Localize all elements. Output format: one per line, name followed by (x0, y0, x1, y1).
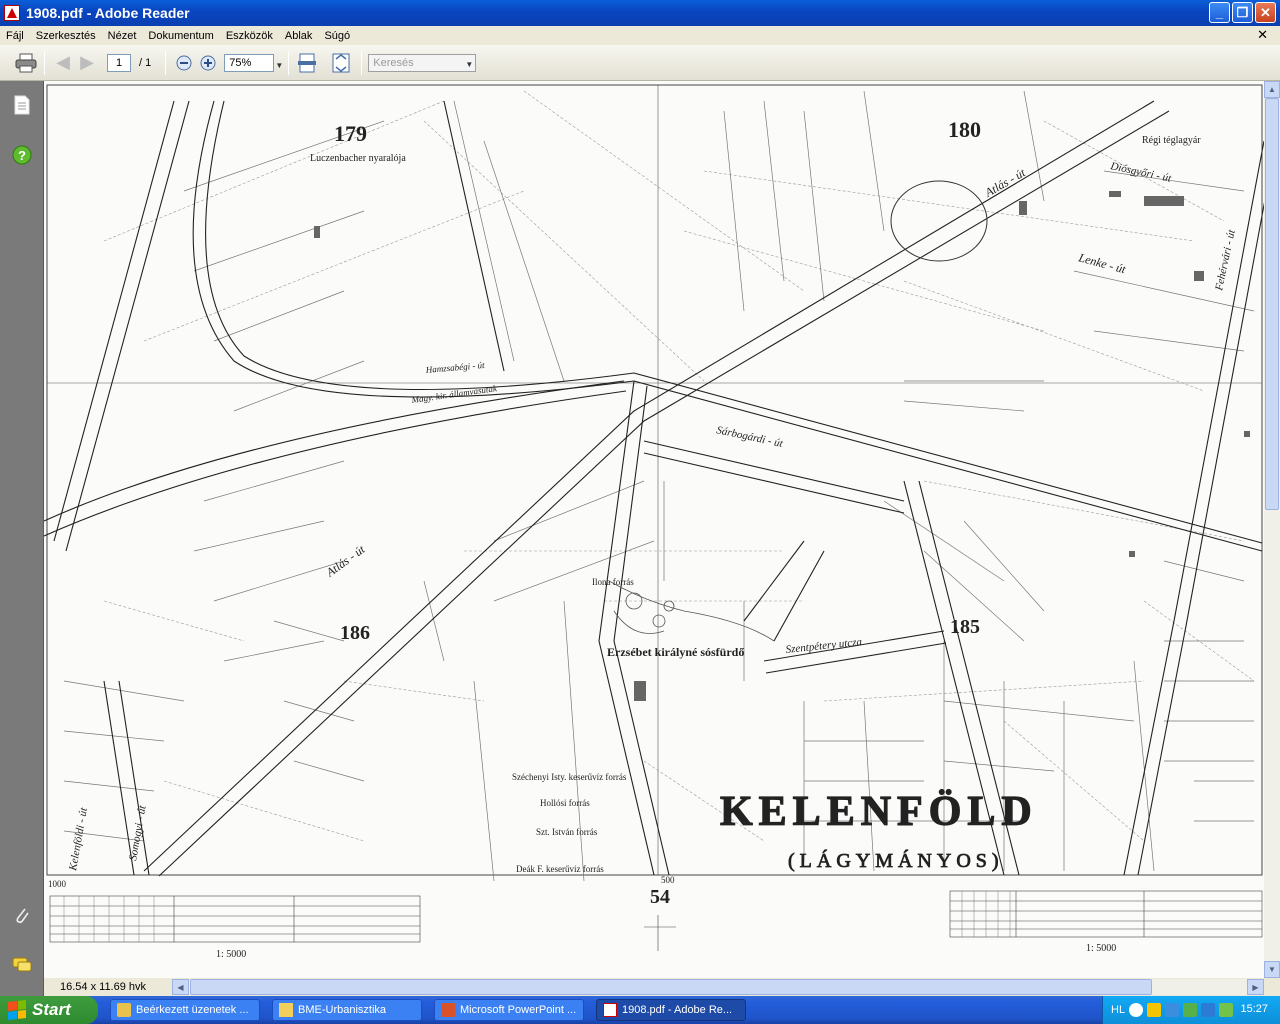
label-regi-teglagyar: Régi téglagyár (1142, 135, 1201, 146)
pdf-app-icon (4, 5, 20, 21)
zoom-out-icon[interactable] (172, 51, 196, 75)
windows-logo-icon (8, 1000, 26, 1020)
label-szechenyi-forras: Széchenyi Isty. keserűvíz forrás (512, 772, 627, 782)
cadastral-map: 179 180 185 186 54 1: 5000 1: 5000 1000 … (44, 81, 1264, 978)
taskbar: Start Beérkezett üzenetek ... BME-Urbani… (0, 996, 1280, 1024)
powerpoint-icon (441, 1003, 455, 1017)
horizontal-scrollbar[interactable]: ◀ ▶ (172, 979, 1264, 995)
menu-window[interactable]: Ablak (279, 30, 319, 42)
horizontal-scroll-thumb[interactable] (190, 979, 1152, 995)
safely-remove-icon[interactable] (1183, 1003, 1198, 1017)
title-bar[interactable]: 1908.pdf - Adobe Reader _ ❐ ✕ (0, 0, 1280, 26)
scroll-down-button[interactable]: ▼ (1264, 961, 1280, 978)
menu-edit[interactable]: Szerkesztés (30, 30, 102, 42)
menu-document[interactable]: Dokumentum (142, 30, 219, 42)
label-block-179: 179 (334, 121, 367, 146)
language-indicator[interactable]: HL (1111, 1004, 1125, 1016)
label-block-186: 186 (340, 622, 370, 644)
task-adobe-reader[interactable]: 1908.pdf - Adobe Re... (596, 999, 746, 1021)
help-icon[interactable]: ? (12, 145, 32, 165)
label-district-sub: (LÁGYMÁNYOS) (788, 849, 1004, 872)
start-button[interactable]: Start (0, 996, 98, 1024)
zoom-value: 75% (229, 56, 252, 69)
label-szt-istvan-forras: Szt. István forrás (536, 827, 598, 837)
label-tick-1000: 1000 (48, 879, 67, 889)
label-block-180: 180 (948, 117, 981, 142)
label-tick-500: 500 (661, 875, 675, 885)
mail-icon (117, 1003, 131, 1017)
label-scale-left: 1: 5000 (216, 949, 246, 960)
full-screen-icon[interactable] (329, 51, 353, 75)
clock[interactable]: 15:27 (1240, 1003, 1268, 1015)
display-icon[interactable] (1201, 1003, 1216, 1017)
scroll-up-button[interactable]: ▲ (1264, 81, 1280, 98)
label-deak-forras: Deák F. keserűvíz forrás (516, 864, 604, 874)
task-label: BME-Urbanisztika (298, 1004, 387, 1016)
task-outlook[interactable]: Beérkezett üzenetek ... (110, 999, 260, 1021)
zoom-in-icon[interactable] (196, 51, 220, 75)
maximize-button[interactable]: ❐ (1232, 2, 1253, 23)
label-district: KELENFÖLD (720, 789, 1038, 835)
pages-icon[interactable] (12, 95, 32, 115)
vertical-scrollbar[interactable]: ▲ ▼ (1264, 81, 1280, 978)
scroll-left-button[interactable]: ◀ (172, 979, 189, 995)
page-number-input[interactable]: 1 (107, 53, 131, 72)
window-title: 1908.pdf - Adobe Reader (26, 5, 190, 21)
update-icon[interactable] (1219, 1003, 1234, 1017)
label-scale-right: 1: 5000 (1086, 943, 1116, 954)
task-powerpoint[interactable]: Microsoft PowerPoint ... (434, 999, 584, 1021)
menu-file[interactable]: Fájl (0, 30, 30, 42)
toolbar: ◀ ▶ 1 / 1 75% ▼ Keresés ▼ (0, 45, 1280, 81)
comments-icon[interactable] (12, 955, 32, 975)
task-explorer[interactable]: BME-Urbanisztika (272, 999, 422, 1021)
svg-text:?: ? (18, 148, 26, 163)
status-bar: 16.54 x 11.69 hvk ◀ ▶ (44, 978, 1280, 996)
security-shield-icon[interactable] (1147, 1003, 1162, 1017)
label-ilona-forras: Ilona forrás (592, 577, 634, 587)
page-size-readout: 16.54 x 11.69 hvk (60, 981, 147, 993)
task-label: 1908.pdf - Adobe Re... (622, 1004, 733, 1016)
page-total: / 1 (139, 56, 152, 69)
close-button[interactable]: ✕ (1255, 2, 1276, 23)
tray-back-icon[interactable] (1129, 1003, 1144, 1017)
search-dropdown-icon[interactable]: ▼ (465, 57, 473, 73)
folder-icon (279, 1003, 293, 1017)
navigation-pane: ? (0, 81, 44, 996)
previous-page-icon[interactable]: ◀ (51, 51, 75, 75)
search-placeholder: Keresés (373, 56, 414, 69)
chevron-down-icon[interactable]: ▼ (275, 58, 283, 74)
label-block-185: 185 (950, 616, 980, 638)
task-label: Beérkezett üzenetek ... (136, 1004, 249, 1016)
zoom-select[interactable]: 75% ▼ (224, 53, 283, 72)
menu-bar: Fájl Szerkesztés Nézet Dokumentum Eszköz… (0, 26, 1280, 45)
network-icon[interactable] (1165, 1003, 1180, 1017)
fit-page-icon[interactable] (295, 51, 319, 75)
minimize-button[interactable]: _ (1209, 2, 1230, 23)
label-sheet-number: 54 (650, 886, 670, 908)
start-label: Start (32, 1000, 71, 1019)
next-page-icon[interactable]: ▶ (75, 51, 99, 75)
label-erzsebet-furdo: Erzsébet királyné sósfürdő (607, 645, 744, 659)
menu-view[interactable]: Nézet (102, 30, 143, 42)
document-view[interactable]: 179 180 185 186 54 1: 5000 1: 5000 1000 … (44, 81, 1264, 978)
label-hollosi-forras: Hollósi forrás (540, 798, 590, 808)
menu-tools[interactable]: Eszközök (220, 30, 279, 42)
label-luczenbacher: Luczenbacher nyaralója (310, 153, 406, 164)
scroll-right-button[interactable]: ▶ (1247, 979, 1264, 995)
attachments-icon[interactable] (12, 905, 32, 925)
pdf-icon (603, 1003, 617, 1017)
search-input[interactable]: Keresés ▼ (368, 53, 477, 73)
system-tray: HL 15:27 (1102, 996, 1280, 1024)
close-document-icon[interactable]: ✕ (1251, 27, 1274, 43)
menu-help[interactable]: Súgó (318, 30, 356, 42)
adobe-reader-window: 1908.pdf - Adobe Reader _ ❐ ✕ Fájl Szerk… (0, 0, 1280, 996)
vertical-scroll-thumb[interactable] (1265, 98, 1279, 510)
print-icon[interactable] (14, 51, 38, 75)
task-label: Microsoft PowerPoint ... (460, 1004, 577, 1016)
